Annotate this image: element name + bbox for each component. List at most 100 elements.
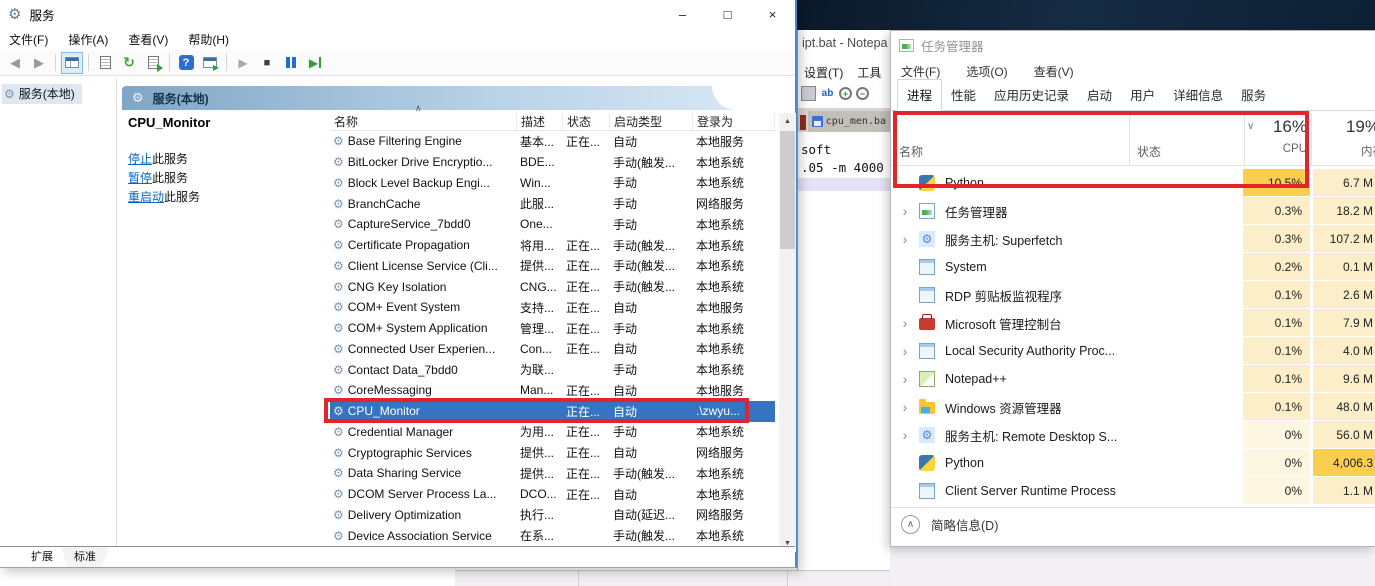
service-row[interactable]: ⚙COM+ Event System支持...正在...自动本地服务 bbox=[330, 297, 775, 318]
column-header-status[interactable]: 状态 bbox=[1137, 143, 1161, 160]
service-row[interactable]: ⚙Connected User Experien...Con...正在...自动… bbox=[330, 339, 775, 360]
services-table-header[interactable]: 名称 描述 状态 启动类型 登录为 bbox=[330, 113, 775, 131]
expand-chevron-icon[interactable]: › bbox=[891, 371, 919, 387]
show-console-tree-icon[interactable] bbox=[61, 52, 83, 74]
service-row[interactable]: ⚙Base Filtering Engine基本...正在...自动本地服务 bbox=[330, 131, 775, 152]
menu-help[interactable]: 帮助(H) bbox=[188, 31, 229, 48]
menu-settings[interactable]: 设置(T) bbox=[804, 64, 843, 81]
tab-2[interactable]: 应用历史记录 bbox=[985, 80, 1078, 110]
fewer-details-label[interactable]: 简略信息(D) bbox=[931, 515, 998, 534]
export-list-icon[interactable] bbox=[142, 52, 164, 74]
tab-0[interactable]: 进程 bbox=[897, 79, 942, 111]
properties-icon[interactable] bbox=[94, 52, 116, 74]
column-header-logon-as[interactable]: 登录为 bbox=[693, 113, 775, 130]
service-row[interactable]: ⚙Cryptographic Services提供...正在...自动网络服务 bbox=[330, 442, 775, 463]
service-row[interactable]: ⚙Block Level Backup Engi...Win...手动本地系统 bbox=[330, 173, 775, 194]
forward-icon[interactable]: ▶ bbox=[28, 52, 50, 74]
menu-view[interactable]: 查看(V) bbox=[128, 31, 168, 48]
pause-service-icon[interactable] bbox=[280, 52, 302, 74]
service-row[interactable]: ⚙Device Association Service在系...手动(触发...… bbox=[330, 525, 775, 546]
process-row[interactable]: System0.2%0.1 M bbox=[891, 253, 1375, 281]
help-icon[interactable]: ? bbox=[175, 52, 197, 74]
tab-extended[interactable]: 扩展 bbox=[18, 547, 66, 567]
process-row[interactable]: ›Windows 资源管理器0.1%48.0 M bbox=[891, 393, 1375, 421]
column-header-status[interactable]: 状态 bbox=[563, 113, 610, 130]
tab-close-icon[interactable] bbox=[800, 115, 806, 130]
service-row[interactable]: ⚙Client License Service (Cli...提供...正在..… bbox=[330, 256, 775, 277]
start-service-icon[interactable]: ▶ bbox=[232, 52, 254, 74]
process-row[interactable]: Python0%4,006.3 bbox=[891, 449, 1375, 477]
extended-view-icon[interactable]: ▶ bbox=[199, 52, 221, 74]
tab-5[interactable]: 详细信息 bbox=[1164, 80, 1232, 110]
expand-chevron-icon[interactable]: › bbox=[891, 427, 919, 443]
service-row[interactable]: ⚙CNG Key IsolationCNG...正在...手动(触发...本地系… bbox=[330, 276, 775, 297]
service-row[interactable]: ⚙Certificate Propagation将用...正在...手动(触发.… bbox=[330, 235, 775, 256]
notepad-tab[interactable]: cpu_men.ba bbox=[808, 111, 890, 132]
service-row[interactable]: ⚙Data Sharing Service提供...正在...手动(触发...本… bbox=[330, 463, 775, 484]
column-header-cpu[interactable]: CPU bbox=[1244, 143, 1307, 155]
scrollbar-thumb[interactable] bbox=[780, 131, 795, 249]
menu-tools[interactable]: 工具 bbox=[857, 64, 881, 81]
process-row[interactable]: ›Notepad++0.1%9.6 M bbox=[891, 365, 1375, 393]
service-row[interactable]: ⚙BitLocker Drive Encryptio...BDE...手动(触发… bbox=[330, 152, 775, 173]
column-header-startup-type[interactable]: 启动类型 bbox=[610, 113, 693, 130]
service-row[interactable]: ⚙CoreMessagingMan...正在...自动本地服务 bbox=[330, 380, 775, 401]
process-row[interactable]: ›任务管理器0.3%18.2 M bbox=[891, 197, 1375, 225]
service-row[interactable]: ⚙Delivery Optimization执行...自动(延迟...网络服务 bbox=[330, 505, 775, 526]
services-window[interactable]: ⚙ 服务 – □ × 文件(F) 操作(A) 查看(V) 帮助(H) ◀ ▶ ↻… bbox=[0, 0, 797, 568]
process-table-header[interactable]: 名称 状态 ∨ 16% CPU 19% 内存 bbox=[891, 114, 1375, 166]
scroll-up-icon[interactable]: ▲ bbox=[779, 113, 796, 130]
find-replace-icon[interactable]: ab bbox=[820, 86, 835, 101]
task-manager-window[interactable]: 任务管理器 文件(F) 选项(O) 查看(V) 进程性能应用历史记录启动用户详细… bbox=[890, 30, 1375, 547]
service-row[interactable]: ⚙CaptureService_7bdd0One...手动本地系统 bbox=[330, 214, 775, 235]
process-row[interactable]: RDP 剪贴板监视程序0.1%2.6 M bbox=[891, 281, 1375, 309]
menu-file[interactable]: 文件(F) bbox=[9, 31, 48, 48]
stop-service-icon[interactable]: ■ bbox=[256, 52, 278, 74]
maximize-button[interactable]: □ bbox=[705, 0, 750, 28]
process-row[interactable]: ›Microsoft 管理控制台0.1%7.9 M bbox=[891, 309, 1375, 337]
process-row[interactable]: ›⚙服务主机: Remote Desktop S...0%56.0 M bbox=[891, 421, 1375, 449]
column-header-description[interactable]: 描述 bbox=[517, 113, 563, 130]
service-row[interactable]: ⚙BranchCache此服...手动网络服务 bbox=[330, 193, 775, 214]
process-row[interactable]: Client Server Runtime Process0%1.1 M bbox=[891, 477, 1375, 505]
zoom-in-icon[interactable]: + bbox=[839, 87, 852, 100]
service-row[interactable]: ⚙Contact Data_7bdd0为联...手动本地系统 bbox=[330, 359, 775, 380]
vertical-scrollbar[interactable]: ▲ ▼ bbox=[779, 113, 796, 552]
stop-service-link[interactable]: 停止 bbox=[128, 152, 152, 166]
menu-options[interactable]: 选项(O) bbox=[966, 63, 1007, 80]
expand-chevron-icon[interactable]: › bbox=[891, 343, 919, 359]
pause-service-link[interactable]: 暂停 bbox=[128, 171, 152, 185]
service-row[interactable]: ⚙DCOM Server Process La...DCO...正在...自动本… bbox=[330, 484, 775, 505]
process-row[interactable]: ›Local Security Authority Proc...0.1%4.0… bbox=[891, 337, 1375, 365]
menu-file[interactable]: 文件(F) bbox=[901, 63, 940, 80]
zoom-out-icon[interactable]: − bbox=[856, 87, 869, 100]
column-header-name[interactable]: 名称 bbox=[330, 113, 517, 130]
menu-action[interactable]: 操作(A) bbox=[68, 31, 108, 48]
back-icon[interactable]: ◀ bbox=[4, 52, 26, 74]
process-row[interactable]: ›⚙服务主机: Superfetch0.3%107.2 M bbox=[891, 225, 1375, 253]
expand-chevron-icon[interactable]: › bbox=[891, 231, 919, 247]
tab-4[interactable]: 用户 bbox=[1121, 80, 1164, 110]
column-header-memory[interactable]: 内存 bbox=[1314, 143, 1375, 159]
process-row[interactable]: Python10.5%6.7 M bbox=[891, 169, 1375, 197]
tab-standard[interactable]: 标准 bbox=[61, 547, 109, 567]
expand-chevron-icon[interactable]: › bbox=[891, 399, 919, 415]
service-row[interactable]: ⚙CPU_Monitor正在...自动.\zwyu... bbox=[330, 401, 775, 422]
tab-3[interactable]: 启动 bbox=[1078, 80, 1121, 110]
paste-icon[interactable] bbox=[801, 86, 816, 101]
expand-chevron-icon[interactable]: › bbox=[891, 315, 919, 331]
tree-item-services-local[interactable]: ⚙ 服务(本地) bbox=[2, 84, 82, 104]
tab-6[interactable]: 服务 bbox=[1232, 80, 1275, 110]
restart-service-link[interactable]: 重启动 bbox=[128, 190, 164, 204]
column-header-name[interactable]: 名称 bbox=[899, 143, 923, 160]
tab-1[interactable]: 性能 bbox=[942, 80, 985, 110]
refresh-icon[interactable]: ↻ bbox=[118, 52, 140, 74]
chevron-up-icon[interactable]: ∧ bbox=[901, 515, 920, 534]
minimize-button[interactable]: – bbox=[660, 0, 705, 28]
service-row[interactable]: ⚙COM+ System Application管理...正在...手动本地系统 bbox=[330, 318, 775, 339]
notepad-window[interactable]: ipt.bat - Notepa 设置(T) 工具 ab + − cpu_men… bbox=[797, 30, 890, 586]
restart-service-icon[interactable]: ▶ bbox=[304, 52, 326, 74]
expand-chevron-icon[interactable]: › bbox=[891, 203, 919, 219]
close-button[interactable]: × bbox=[750, 0, 795, 28]
service-row[interactable]: ⚙Credential Manager为用...正在...手动本地系统 bbox=[330, 422, 775, 443]
